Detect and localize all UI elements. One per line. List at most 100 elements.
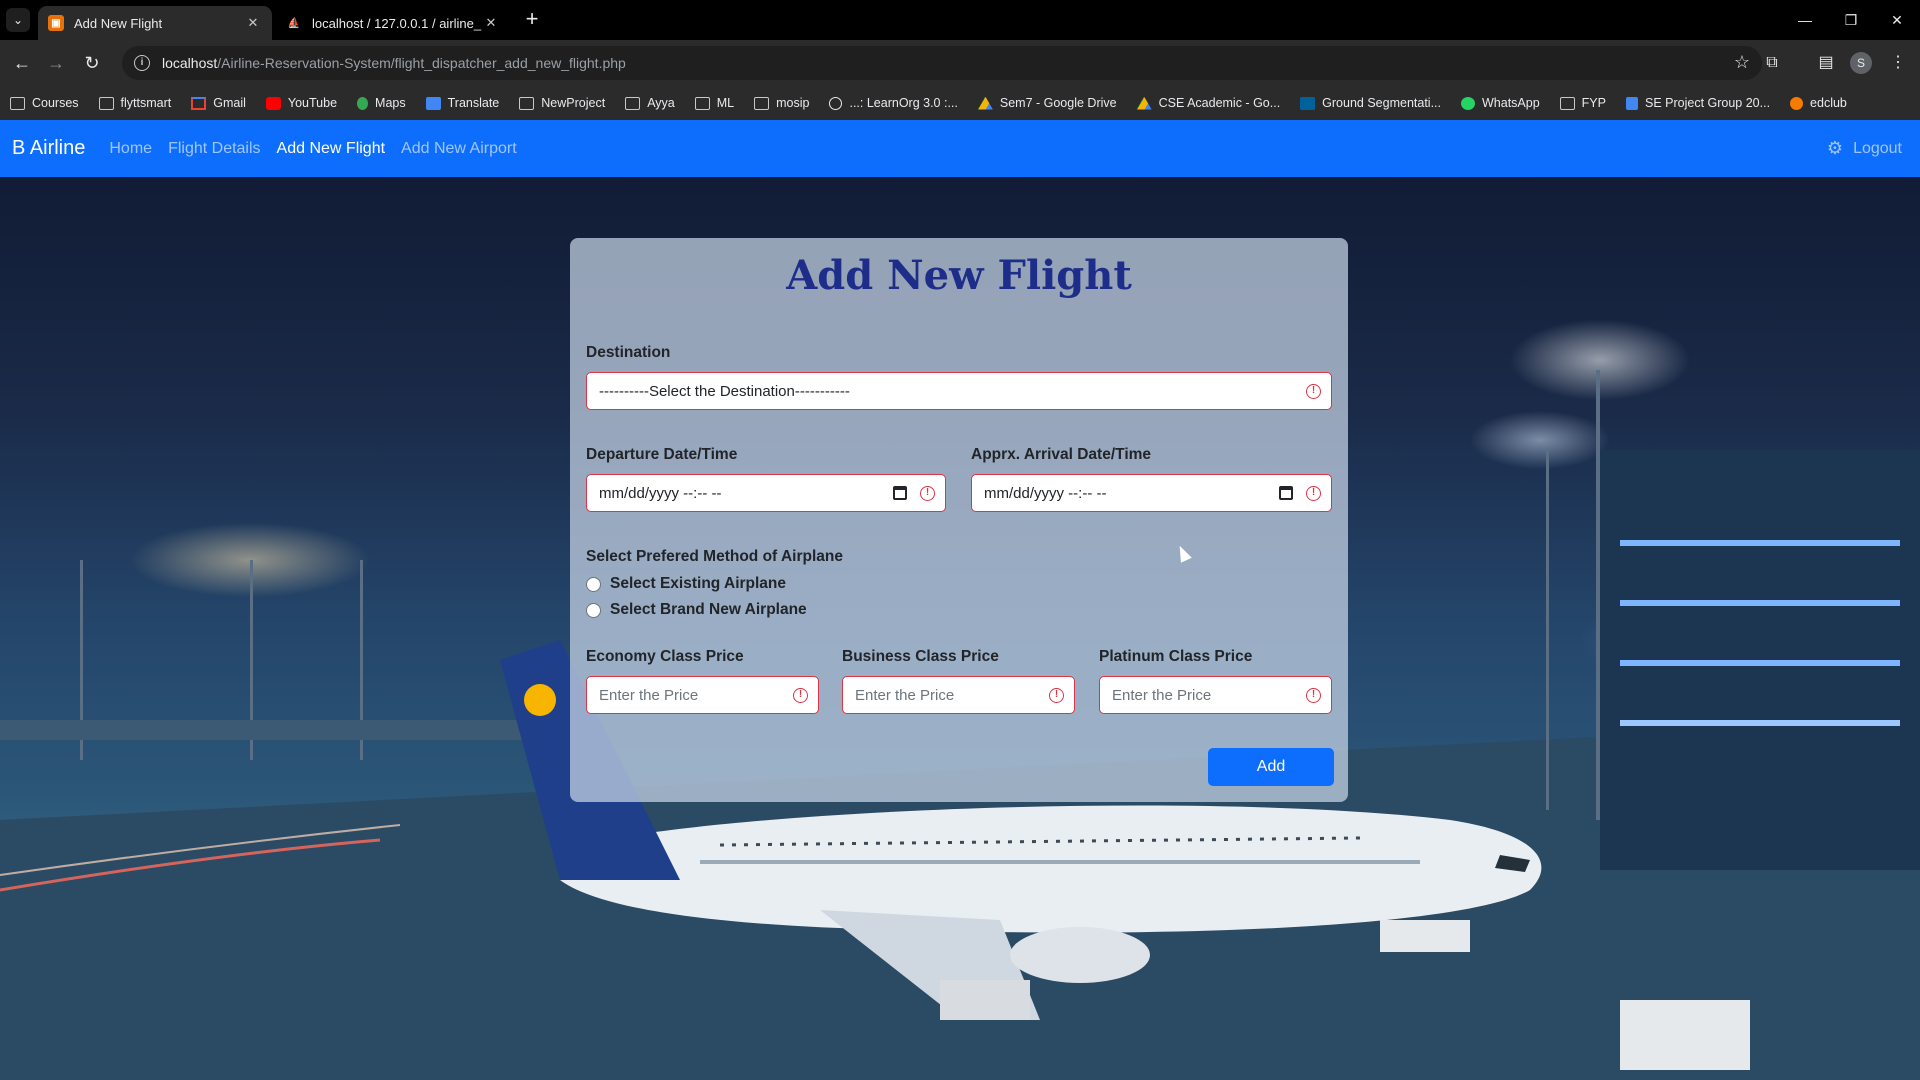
nav-flight-details[interactable]: Flight Details — [168, 140, 260, 158]
platinum-price-label: Platinum Class Price — [1099, 648, 1253, 665]
bookmark-ml[interactable]: ML — [694, 96, 734, 110]
site-info-icon[interactable]: i — [134, 55, 150, 71]
folder-icon — [519, 96, 535, 110]
departure-label: Departure Date/Time — [586, 446, 738, 463]
invalid-icon: ! — [1306, 384, 1321, 399]
bookmark-ground-segmentation[interactable]: Ground Segmentati... — [1300, 96, 1441, 110]
bookmark-newproject[interactable]: NewProject — [519, 96, 605, 110]
extensions-icon[interactable]: ⧉ — [1760, 51, 1784, 75]
bookmark-fyp[interactable]: FYP — [1559, 96, 1606, 110]
minimize-icon[interactable]: — — [1782, 0, 1828, 40]
page-title: Add New Flight — [786, 252, 1132, 299]
radio-button[interactable] — [586, 576, 601, 592]
folder-icon — [1559, 96, 1575, 110]
close-window-icon[interactable]: ✕ — [1874, 0, 1920, 40]
brand-logo[interactable]: B Airline — [12, 137, 85, 160]
close-tab-icon[interactable]: ✕ — [482, 14, 500, 32]
nav-right: ⚙ Logout — [1827, 120, 1902, 177]
add-flight-card: Add New Flight Destination ----------Sel… — [570, 238, 1348, 802]
bookmark-mosip[interactable]: mosip — [754, 96, 809, 110]
bookmark-courses[interactable]: Courses — [10, 96, 79, 110]
close-tab-icon[interactable]: ✕ — [244, 14, 262, 32]
destination-select[interactable]: ----------Select the Destination--------… — [586, 372, 1332, 410]
destination-select-value: ----------Select the Destination--------… — [599, 382, 850, 400]
departure-placeholder: mm/dd/yyyy --:-- -- — [599, 484, 722, 502]
economy-price-input[interactable]: Enter the Price ! — [586, 676, 819, 714]
browser-toolbar: ← → ↻ i localhost/Airline-Reservation-Sy… — [0, 40, 1920, 86]
bookmark-learnorg[interactable]: ...: LearnOrg 3.0 :... — [829, 96, 958, 110]
bookmark-edclub[interactable]: edclub — [1790, 96, 1847, 110]
phpmyadmin-icon: ⛵ — [287, 17, 301, 29]
arrival-datetime-input[interactable]: mm/dd/yyyy --:-- -- ! — [971, 474, 1332, 512]
menu-icon[interactable]: ⋮ — [1886, 51, 1910, 75]
reload-icon[interactable]: ↻ — [78, 49, 106, 77]
browser-tab-bar: ⌄ ▣ Add New Flight ✕ ⛵ localhost / 127.0… — [0, 0, 1920, 40]
forward-icon[interactable]: → — [42, 49, 70, 77]
bookmark-cse-academic[interactable]: CSE Academic - Go... — [1136, 96, 1280, 110]
platinum-price-input[interactable]: Enter the Price ! — [1099, 676, 1332, 714]
price-placeholder: Enter the Price — [855, 686, 955, 704]
business-price-label: Business Class Price — [842, 648, 999, 665]
globe-icon — [829, 96, 843, 110]
restore-icon[interactable]: ❐ — [1828, 0, 1874, 40]
bookmarks-bar: Courses flyttsmart Gmail YouTube Maps Tr… — [0, 86, 1920, 120]
profile-avatar[interactable]: S — [1850, 52, 1872, 74]
invalid-icon: ! — [793, 688, 808, 703]
site-navbar: B Airline Home Flight Details Add New Fl… — [0, 120, 1920, 177]
sidebar-icon[interactable]: ▤ — [1814, 51, 1838, 75]
economy-price-label: Economy Class Price — [586, 648, 744, 665]
maps-icon — [357, 96, 369, 110]
arrival-label: Apprx. Arrival Date/Time — [971, 446, 1152, 463]
radio-label: Select Brand New Airplane — [610, 601, 807, 618]
drive-icon — [1136, 96, 1152, 110]
nav-add-new-airport[interactable]: Add New Airport — [401, 140, 517, 158]
drive-icon — [977, 96, 993, 110]
tab-phpmyadmin[interactable]: ⛵ localhost / 127.0.0.1 / airline_re ✕ — [276, 6, 510, 40]
radio-button[interactable] — [586, 602, 601, 618]
invalid-icon: ! — [920, 486, 935, 501]
invalid-icon: ! — [1306, 688, 1321, 703]
page-icon: ▣ — [48, 15, 64, 31]
nav-home[interactable]: Home — [109, 140, 152, 158]
nav-add-new-flight[interactable]: Add New Flight — [277, 140, 386, 158]
whatsapp-icon — [1461, 96, 1475, 110]
bookmark-maps[interactable]: Maps — [357, 96, 406, 110]
calendar-icon[interactable] — [1279, 486, 1293, 500]
youtube-icon — [265, 96, 281, 110]
gear-icon[interactable]: ⚙ — [1827, 138, 1843, 159]
bookmark-se-project[interactable]: SE Project Group 20... — [1625, 96, 1770, 110]
folder-icon — [694, 96, 710, 110]
bookmark-gmail[interactable]: Gmail — [191, 96, 246, 110]
invalid-icon: ! — [1049, 688, 1064, 703]
bookmark-sem7-drive[interactable]: Sem7 - Google Drive — [977, 96, 1117, 110]
business-price-input[interactable]: Enter the Price ! — [842, 676, 1075, 714]
tab-search-icon[interactable]: ⌄ — [6, 8, 30, 32]
invalid-icon: ! — [1306, 486, 1321, 501]
radio-label: Select Existing Airplane — [610, 575, 787, 592]
back-icon[interactable]: ← — [8, 49, 36, 77]
bookmark-star-icon[interactable]: ☆ — [1734, 52, 1750, 73]
tab-title: localhost / 127.0.0.1 / airline_re — [312, 15, 482, 31]
docs-icon — [1625, 96, 1638, 110]
tab-add-new-flight[interactable]: ▣ Add New Flight ✕ — [38, 6, 272, 40]
destination-label: Destination — [586, 344, 671, 361]
bookmark-ayya[interactable]: Ayya — [625, 96, 675, 110]
departure-datetime-input[interactable]: mm/dd/yyyy --:-- -- ! — [586, 474, 946, 512]
new-tab-icon[interactable]: + — [520, 8, 544, 32]
edclub-icon — [1790, 96, 1804, 110]
folder-icon — [10, 96, 25, 110]
add-button[interactable]: Add — [1208, 748, 1334, 786]
radio-new-airplane[interactable]: Select Brand New Airplane — [586, 601, 807, 619]
address-bar[interactable]: i localhost/Airline-Reservation-System/f… — [122, 46, 1762, 80]
gmail-icon — [191, 96, 207, 110]
bookmark-flyttsmart[interactable]: flyttsmart — [98, 96, 171, 110]
logout-link[interactable]: Logout — [1853, 140, 1902, 158]
folder-icon — [754, 96, 770, 110]
bookmark-youtube[interactable]: YouTube — [265, 96, 337, 110]
bookmark-whatsapp[interactable]: WhatsApp — [1461, 96, 1540, 110]
radio-existing-airplane[interactable]: Select Existing Airplane — [586, 575, 786, 593]
bookmark-translate[interactable]: Translate — [425, 96, 499, 110]
calendar-icon[interactable] — [893, 486, 907, 500]
page-viewport: B Airline Home Flight Details Add New Fl… — [0, 120, 1920, 1080]
arrival-placeholder: mm/dd/yyyy --:-- -- — [984, 484, 1107, 502]
